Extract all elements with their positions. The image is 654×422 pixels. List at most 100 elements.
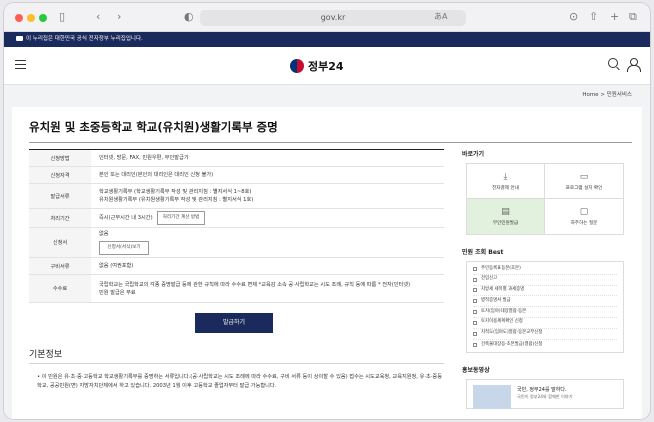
- close-window-button[interactable]: [15, 14, 23, 22]
- gov-banner: 이 누리집은 대한민국 공식 전자정부 누리집입니다.: [4, 32, 650, 47]
- best-item[interactable]: 토지(임야)대장열람·등본: [473, 307, 617, 318]
- doc-icon: [473, 288, 477, 293]
- promo-subtitle: 국민이 정부24와 함께한 이야기: [517, 394, 573, 400]
- search-icon[interactable]: [608, 58, 618, 68]
- shortcut-label: 전자결제 안내: [492, 185, 519, 191]
- forward-icon[interactable]: ›: [117, 10, 121, 24]
- minimize-window-button[interactable]: [27, 14, 35, 22]
- site-logo[interactable]: 정부24: [290, 57, 344, 75]
- best-label: 병적증명서 발급: [481, 297, 511, 303]
- best-label: 전입신고: [481, 276, 498, 282]
- promo-section: 홍보동영상 국민, 정부24를 말하다. 국민이 정부24와 함께한 이야기: [462, 365, 640, 410]
- section-divider: [29, 363, 444, 364]
- best-label: 지적도(임야도)열람·등본교부신청: [481, 330, 543, 336]
- shield-icon[interactable]: ◐: [184, 10, 194, 24]
- page-title: 유치원 및 초중등학교 학교(유치원)생활기록부 증명: [29, 120, 278, 134]
- row-key: 처리기간: [29, 209, 91, 227]
- maximize-window-button[interactable]: [39, 14, 47, 22]
- breadcrumb-current[interactable]: 민원서비스: [607, 92, 632, 98]
- row-key: 신청방법: [29, 150, 91, 166]
- browser-toolbar: ▯ ‹ › ◐ gov.kr あA ⊙ ⇧ + ⧉: [4, 3, 650, 32]
- share-icon[interactable]: ⇧: [589, 10, 598, 24]
- best-item[interactable]: 전입신고: [473, 275, 617, 286]
- back-icon[interactable]: ‹: [96, 10, 100, 24]
- sidebar: 바로가기 ⤓ 전자결제 안내 ▭ 프로그램 설치 확인 ▤ 무인민원발급 ▢ 자…: [462, 149, 640, 410]
- best-label: 건축물대장등·초본발급(열람)신청: [481, 341, 543, 347]
- row-value: 학교생활기록부 (학교생활기록부 작성 및 관리지침 : 별지서식 1~8호) …: [91, 184, 444, 208]
- menu-icon[interactable]: [15, 60, 26, 69]
- new-tab-icon[interactable]: +: [610, 10, 619, 24]
- row-value: 없음 신청서(서식)보기: [91, 228, 444, 257]
- row-text: 유치원생활기록부 (유치원생활기록부 작성 및 관리지침 : 별지서식 1호): [99, 197, 254, 203]
- row-key: 발급서류: [29, 184, 91, 208]
- shortcut-label: 자주하는 질문: [570, 221, 598, 226]
- shortcuts-title: 바로가기: [462, 151, 485, 158]
- row-key: 신청서: [29, 228, 91, 257]
- user-icon[interactable]: [627, 58, 641, 72]
- best-label: 주민등록표등본(초본): [481, 265, 521, 271]
- shortcut-label: 무인민원발급: [492, 221, 519, 226]
- row-text: 국립학교는 국립학교의 각종 증명발급 등에 관한 규칙에 따라 수수료 면제 …: [99, 281, 411, 288]
- row-text: 즉시(근무시간 내 3시간): [99, 215, 153, 221]
- processing-time-button[interactable]: 처리기간 계산 방법: [156, 211, 206, 225]
- address-bar[interactable]: gov.kr: [200, 10, 466, 26]
- video-thumbnail[interactable]: [473, 385, 511, 410]
- best-item[interactable]: 건축물대장등·초본발급(열람)신청: [473, 340, 617, 351]
- main-content: 유치원 및 초중등학교 학교(유치원)생활기록부 증명 신청방법 인터넷, 방문…: [12, 107, 642, 419]
- breadcrumb: Home > 민원서비스: [4, 85, 650, 105]
- download-icon[interactable]: ⊙: [569, 10, 578, 24]
- shortcut-faq[interactable]: ▢ 자주하는 질문: [545, 199, 623, 234]
- info-bullet: • 이 민원은 유·초·중·고등학교 학교생활기록부를 증명하는 서류입니다.(…: [37, 374, 442, 389]
- monitor-check-icon: ▭: [579, 171, 589, 182]
- row-value: 즉시(근무시간 내 3시간) 처리기간 계산 방법: [91, 209, 444, 227]
- row-text: 학교생활기록부 (학교생활기록부 작성 및 관리지침 : 별지서식 1~8호): [99, 189, 252, 195]
- download-icon: ⤓: [503, 171, 508, 182]
- best-item[interactable]: 지방세 세목별 과세증명: [473, 286, 617, 297]
- shortcut-e-payment[interactable]: ⤓ 전자결제 안내: [467, 164, 545, 199]
- flag-icon: [16, 35, 23, 41]
- form-view-button[interactable]: 신청서(서식)보기: [99, 241, 149, 255]
- browser-window: ▯ ‹ › ◐ gov.kr あA ⊙ ⇧ + ⧉ 이 누리집은 대한민국 공식…: [4, 3, 650, 419]
- shortcut-kiosk[interactable]: ▤ 무인민원발급: [467, 199, 545, 234]
- apply-button[interactable]: 발급하기: [195, 313, 273, 333]
- site-header: 정부24: [4, 47, 650, 85]
- best-item[interactable]: 주민등록표등본(초본): [473, 264, 617, 275]
- promo-video[interactable]: 국민, 정부24를 말하다. 국민이 정부24와 함께한 이야기: [466, 379, 624, 410]
- row-text: 민원 발급은 무료: [99, 289, 136, 296]
- banner-text: 이 누리집은 대한민국 공식 전자정부 누리집입니다.: [26, 36, 143, 42]
- title-divider: [29, 142, 632, 143]
- sidebar-icon[interactable]: ▯: [59, 10, 65, 24]
- promo-title: 홍보동영상: [462, 367, 490, 375]
- best-list: 주민등록표등본(초본) 전입신고 지방세 세목별 과세증명 병적증명서 발급 토…: [466, 261, 624, 354]
- breadcrumb-separator: >: [600, 92, 605, 98]
- tabs-icon[interactable]: ⧉: [629, 10, 637, 24]
- best-item[interactable]: 토지이용계획확인 신청: [473, 318, 617, 329]
- best-item[interactable]: 병적증명서 발급: [473, 296, 617, 308]
- row-value: 본인 또는 대리인(본인의 대리인은 대리인 신청 불가): [91, 167, 444, 183]
- best-item[interactable]: 지적도(임야도)열람·등본교부신청: [473, 329, 617, 340]
- breadcrumb-home[interactable]: Home: [582, 92, 598, 98]
- shortcut-program-check[interactable]: ▭ 프로그램 설치 확인: [545, 164, 623, 199]
- faq-icon: ▢: [579, 207, 589, 217]
- best-title: 민원 조회 Best: [462, 249, 504, 256]
- address-text: gov.kr: [320, 13, 346, 22]
- logo-text: 정부24: [308, 60, 344, 73]
- row-text: 본인 또는 대리인(본인의 대리인은 대리인 신청 불가): [99, 172, 214, 178]
- kiosk-icon: ▤: [501, 207, 510, 217]
- bullet-text: 이 민원은 유·초·중·고등학교 학교생활기록부를 증명하는 서류입니다.(공·…: [37, 374, 442, 389]
- doc-icon: [473, 299, 477, 304]
- best-label: 지방세 세목별 과세증명: [481, 287, 525, 293]
- table-row: 수수료 국립학교는 국립학교의 각종 증명발급 등에 관한 규칙에 따라 수수료…: [29, 275, 444, 303]
- translate-icon[interactable]: あA: [434, 10, 447, 24]
- row-value: 국립학교는 국립학교의 각종 증명발급 등에 관한 규칙에 따라 수수료 면제 …: [91, 275, 444, 302]
- row-text: 인터넷, 방문, FAX, 민원우편, 무인발급기: [99, 155, 189, 161]
- doc-icon: [473, 266, 477, 271]
- doc-icon: [473, 320, 477, 325]
- table-row: 구비서류 없음 (여권포함): [29, 258, 444, 275]
- emblem-icon: [290, 59, 304, 73]
- table-row: 신청서 없음 신청서(서식)보기: [29, 228, 444, 258]
- row-value: 인터넷, 방문, FAX, 민원우편, 무인발급기: [91, 150, 444, 166]
- table-row: 신청방법 인터넷, 방문, FAX, 민원우편, 무인발급기: [29, 150, 444, 167]
- row-text: 없음: [99, 231, 109, 237]
- promo-heading: 국민, 정부24를 말하다.: [517, 387, 567, 394]
